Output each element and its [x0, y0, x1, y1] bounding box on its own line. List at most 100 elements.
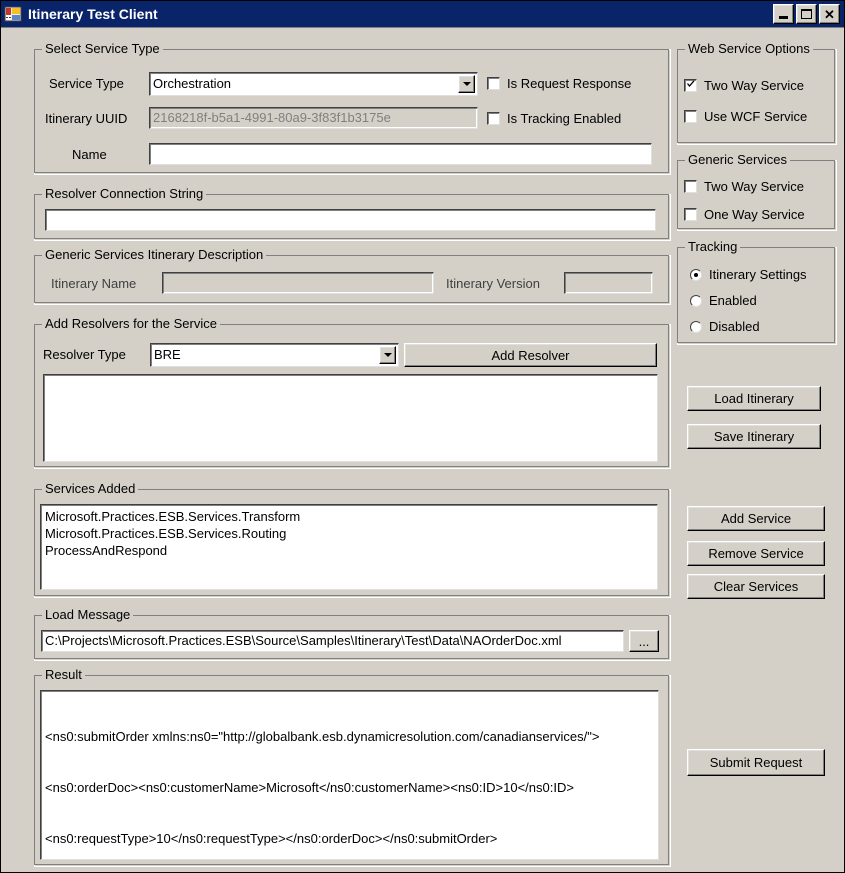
checkbox-generic-one-way-service[interactable]: One Way Service — [684, 207, 805, 222]
label-itinerary-uuid: Itinerary UUID — [45, 111, 128, 126]
remove-service-button[interactable]: Remove Service — [687, 541, 825, 566]
group-add-resolvers: Add Resolvers for the Service Resolver T… — [34, 317, 671, 469]
group-title-web-service-options: Web Service Options — [685, 42, 813, 56]
checkbox-box — [684, 180, 697, 193]
radio-label-enabled: Enabled — [709, 293, 757, 308]
group-select-service-type: Select Service Type Service Type Orchest… — [34, 42, 671, 175]
checkbox-is-request-response[interactable]: Is Request Response — [487, 76, 631, 91]
add-service-button-label: Add Service — [720, 511, 792, 526]
label-service-type: Service Type — [49, 76, 124, 91]
checkbox-box — [684, 79, 697, 92]
application-icon — [4, 5, 22, 23]
checkbox-label-is-request-response: Is Request Response — [507, 76, 632, 91]
itinerary-version-field[interactable] — [564, 272, 653, 294]
service-type-combo-value: Orchestration — [153, 76, 232, 91]
itinerary-test-client-window: Itinerary Test Client ✕ Select Service T… — [0, 0, 845, 873]
browse-file-button-label: ... — [638, 633, 650, 649]
chevron-down-icon[interactable] — [379, 346, 396, 364]
checkbox-label-use-wcf-service: Use WCF Service — [704, 109, 808, 124]
group-title-load-message: Load Message — [42, 608, 134, 622]
checkbox-web-two-way-service[interactable]: Two Way Service — [684, 78, 804, 93]
group-title-select-service-type: Select Service Type — [42, 42, 163, 56]
check-icon — [687, 80, 695, 88]
group-title-services-added: Services Added — [42, 482, 139, 496]
itinerary-uuid-value: 2168218f-b5a1-4991-80a9-3f83f1b3175e — [153, 110, 391, 125]
browse-file-button[interactable]: ... — [629, 630, 659, 652]
group-resolver-connection-string: Resolver Connection String — [34, 187, 671, 241]
name-field[interactable] — [149, 143, 652, 165]
checkbox-box — [684, 208, 697, 221]
radio-circle — [690, 294, 702, 307]
window-title: Itinerary Test Client — [28, 6, 158, 22]
list-item[interactable]: ProcessAndRespond — [41, 542, 657, 559]
load-message-path-field[interactable]: C:\Projects\Microsoft.Practices.ESB\Sour… — [41, 630, 624, 652]
add-resolver-button[interactable]: Add Resolver — [404, 343, 657, 367]
remove-service-button-label: Remove Service — [708, 546, 804, 561]
group-title-result: Result — [42, 668, 85, 682]
itinerary-name-field[interactable] — [162, 272, 434, 294]
checkbox-use-wcf-service[interactable]: Use WCF Service — [684, 109, 807, 124]
radio-dot — [694, 272, 698, 277]
checkbox-label-generic-two-way-service: Two Way Service — [704, 179, 804, 194]
checkbox-box — [487, 112, 500, 125]
submit-request-button[interactable]: Submit Request — [687, 749, 825, 776]
checkbox-is-tracking-enabled[interactable]: Is Tracking Enabled — [487, 111, 621, 126]
resolver-type-combo-value: BRE — [154, 347, 181, 362]
radio-circle — [690, 320, 702, 333]
radio-tracking-disabled[interactable]: Disabled — [690, 319, 760, 334]
resolver-connection-string-field[interactable] — [45, 209, 656, 231]
radio-tracking-itinerary-settings[interactable]: Itinerary Settings — [690, 267, 807, 282]
close-icon: ✕ — [824, 6, 835, 22]
close-button[interactable]: ✕ — [819, 4, 840, 24]
resolver-type-combo[interactable]: BRE — [150, 343, 399, 367]
label-itinerary-name: Itinerary Name — [51, 276, 137, 291]
title-bar-buttons: ✕ — [773, 4, 842, 24]
save-itinerary-button[interactable]: Save Itinerary — [687, 424, 821, 449]
group-title-generic-services: Generic Services — [685, 153, 790, 167]
form-client-area: Select Service Type Service Type Orchest… — [1, 27, 844, 872]
result-textarea[interactable]: <ns0:submitOrder xmlns:ns0="http://globa… — [40, 690, 659, 860]
radio-label-disabled: Disabled — [709, 319, 760, 334]
add-service-button[interactable]: Add Service — [687, 506, 825, 531]
title-bar[interactable]: Itinerary Test Client ✕ — [1, 1, 844, 27]
group-web-service-options: Web Service Options Two Way Service Use … — [677, 42, 837, 145]
checkbox-generic-two-way-service[interactable]: Two Way Service — [684, 179, 804, 194]
label-name: Name — [72, 147, 107, 162]
result-line: <ns0:requestType>10</ns0:requestType></n… — [45, 831, 498, 846]
minimize-button[interactable] — [773, 4, 794, 24]
clear-services-button-label: Clear Services — [713, 579, 799, 594]
maximize-icon — [801, 9, 812, 19]
load-message-path-value: C:\Projects\Microsoft.Practices.ESB\Sour… — [45, 633, 562, 648]
list-item[interactable]: Microsoft.Practices.ESB.Services.Transfo… — [41, 508, 657, 525]
maximize-button[interactable] — [796, 4, 817, 24]
group-title-resolver-connection-string: Resolver Connection String — [42, 187, 207, 201]
group-services-added: Services Added Microsoft.Practices.ESB.S… — [34, 482, 671, 598]
load-itinerary-button-label: Load Itinerary — [714, 391, 794, 406]
list-item[interactable]: Microsoft.Practices.ESB.Services.Routing — [41, 525, 657, 542]
radio-label-itinerary-settings: Itinerary Settings — [709, 267, 807, 282]
result-line: <ns0:orderDoc><ns0:customerName>Microsof… — [45, 780, 574, 795]
radio-tracking-enabled[interactable]: Enabled — [690, 293, 757, 308]
submit-request-button-label: Submit Request — [709, 755, 803, 770]
minimize-icon — [779, 16, 788, 19]
group-title-generic-services-itinerary-description: Generic Services Itinerary Description — [42, 248, 267, 262]
resolver-list[interactable] — [43, 374, 658, 462]
clear-services-button[interactable]: Clear Services — [687, 574, 825, 599]
result-line: <ns0:submitOrder xmlns:ns0="http://globa… — [45, 729, 600, 744]
group-title-add-resolvers: Add Resolvers for the Service — [42, 317, 220, 331]
itinerary-uuid-field[interactable]: 2168218f-b5a1-4991-80a9-3f83f1b3175e — [149, 107, 478, 129]
services-added-list[interactable]: Microsoft.Practices.ESB.Services.Transfo… — [40, 504, 658, 590]
checkbox-box — [487, 77, 500, 90]
group-generic-services: Generic Services Two Way Service One Way… — [677, 153, 837, 231]
group-result: Result <ns0:submitOrder xmlns:ns0="http:… — [34, 668, 671, 867]
chevron-down-icon[interactable] — [458, 75, 475, 93]
service-type-combo[interactable]: Orchestration — [149, 72, 478, 96]
add-resolver-button-label: Add Resolver — [491, 347, 570, 363]
group-generic-services-itinerary-description: Generic Services Itinerary Description I… — [34, 248, 671, 305]
load-itinerary-button[interactable]: Load Itinerary — [687, 386, 821, 411]
checkbox-label-web-two-way-service: Two Way Service — [704, 78, 804, 93]
checkbox-label-generic-one-way-service: One Way Service — [704, 207, 805, 222]
save-itinerary-button-label: Save Itinerary — [713, 429, 795, 444]
group-frame — [677, 49, 837, 145]
checkbox-label-is-tracking-enabled: Is Tracking Enabled — [507, 111, 622, 126]
